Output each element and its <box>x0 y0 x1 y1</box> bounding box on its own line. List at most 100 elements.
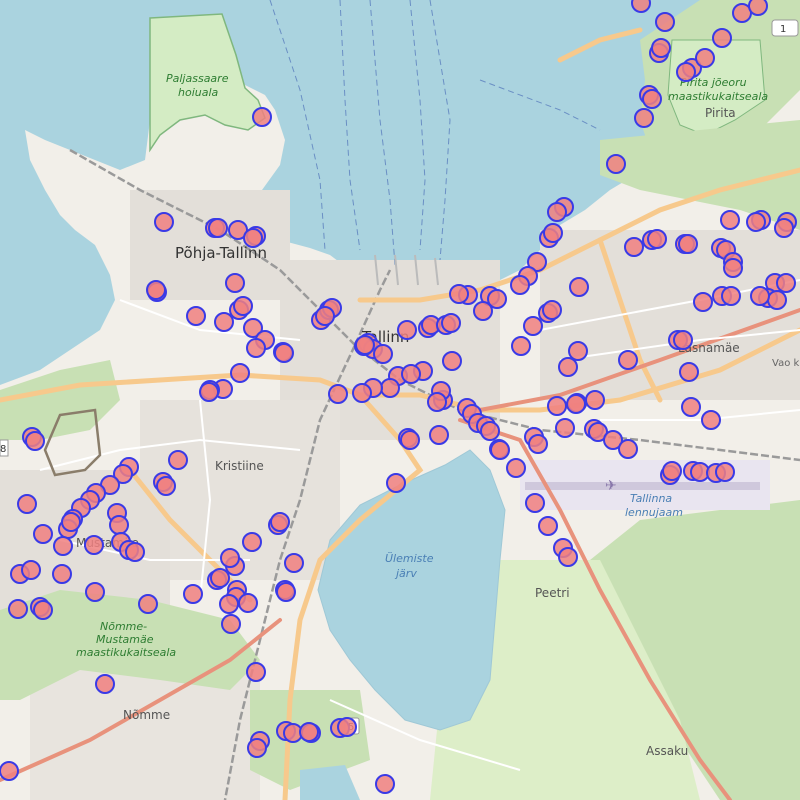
map-marker[interactable] <box>243 228 263 248</box>
map-marker[interactable] <box>125 542 145 562</box>
map-marker[interactable] <box>208 218 228 238</box>
map-marker[interactable] <box>375 774 395 794</box>
map-marker[interactable] <box>721 286 741 306</box>
map-marker[interactable] <box>247 738 267 758</box>
map-marker[interactable] <box>511 336 531 356</box>
map-marker[interactable] <box>85 582 105 602</box>
map-marker[interactable] <box>242 532 262 552</box>
map-marker[interactable] <box>662 461 682 481</box>
map-marker[interactable] <box>95 674 115 694</box>
map-marker[interactable] <box>538 516 558 536</box>
map-marker[interactable] <box>337 717 357 737</box>
map-marker[interactable] <box>355 335 375 355</box>
map-marker[interactable] <box>156 476 176 496</box>
map-marker[interactable] <box>547 396 567 416</box>
map-marker[interactable] <box>678 234 698 254</box>
map-marker[interactable] <box>712 28 732 48</box>
map-marker[interactable] <box>230 363 250 383</box>
map-marker[interactable] <box>720 210 740 230</box>
map-view[interactable]: Põhja-Tallinn Tallinn Kristiine Mustamäe… <box>0 0 800 800</box>
map-marker[interactable] <box>210 568 230 588</box>
map-marker[interactable] <box>490 440 510 460</box>
map-marker[interactable] <box>525 493 545 513</box>
map-marker[interactable] <box>480 421 500 441</box>
map-marker[interactable] <box>679 362 699 382</box>
map-marker[interactable] <box>252 107 272 127</box>
map-marker[interactable] <box>315 306 335 326</box>
map-marker[interactable] <box>568 341 588 361</box>
map-marker[interactable] <box>33 524 53 544</box>
map-marker[interactable] <box>429 425 449 445</box>
map-marker[interactable] <box>233 296 253 316</box>
map-marker[interactable] <box>606 154 626 174</box>
map-marker[interactable] <box>238 593 258 613</box>
map-marker[interactable] <box>701 410 721 430</box>
map-marker[interactable] <box>276 582 296 602</box>
map-marker[interactable] <box>25 431 45 451</box>
map-marker[interactable] <box>199 382 219 402</box>
map-marker[interactable] <box>52 564 72 584</box>
map-marker[interactable] <box>146 280 166 300</box>
map-marker[interactable] <box>624 237 644 257</box>
map-marker[interactable] <box>449 284 469 304</box>
map-marker[interactable] <box>373 344 393 364</box>
map-marker[interactable] <box>618 439 638 459</box>
map-marker[interactable] <box>569 277 589 297</box>
map-marker[interactable] <box>284 553 304 573</box>
map-marker[interactable] <box>183 584 203 604</box>
map-marker[interactable] <box>219 594 239 614</box>
map-marker[interactable] <box>715 462 735 482</box>
map-marker[interactable] <box>225 273 245 293</box>
map-marker[interactable] <box>138 594 158 614</box>
map-marker[interactable] <box>473 301 493 321</box>
map-marker[interactable] <box>651 38 671 58</box>
map-marker[interactable] <box>774 218 794 238</box>
map-marker[interactable] <box>673 330 693 350</box>
map-marker[interactable] <box>246 338 266 358</box>
map-marker[interactable] <box>186 306 206 326</box>
map-marker[interactable] <box>401 364 421 384</box>
map-marker[interactable] <box>750 286 770 306</box>
map-marker[interactable] <box>631 0 651 13</box>
map-marker[interactable] <box>441 313 461 333</box>
map-marker[interactable] <box>53 536 73 556</box>
map-marker[interactable] <box>386 473 406 493</box>
map-marker[interactable] <box>510 275 530 295</box>
map-marker[interactable] <box>746 212 766 232</box>
map-marker[interactable] <box>220 548 240 568</box>
map-marker[interactable] <box>270 512 290 532</box>
map-marker[interactable] <box>523 316 543 336</box>
map-marker[interactable] <box>274 343 294 363</box>
map-marker[interactable] <box>33 600 53 620</box>
map-marker[interactable] <box>767 290 787 310</box>
map-marker[interactable] <box>21 560 41 580</box>
map-marker[interactable] <box>506 458 526 478</box>
map-marker[interactable] <box>566 394 586 414</box>
map-marker[interactable] <box>299 722 319 742</box>
map-marker[interactable] <box>681 397 701 417</box>
map-marker[interactable] <box>558 547 578 567</box>
map-marker[interactable] <box>397 320 417 340</box>
map-marker[interactable] <box>214 312 234 332</box>
map-marker[interactable] <box>109 515 129 535</box>
map-marker[interactable] <box>543 223 563 243</box>
map-marker[interactable] <box>380 378 400 398</box>
map-marker[interactable] <box>723 258 743 278</box>
map-marker[interactable] <box>528 434 548 454</box>
map-marker[interactable] <box>328 384 348 404</box>
map-marker[interactable] <box>442 351 462 371</box>
map-marker[interactable] <box>647 229 667 249</box>
map-marker[interactable] <box>558 357 578 377</box>
map-marker[interactable] <box>246 662 266 682</box>
map-marker[interactable] <box>655 12 675 32</box>
map-marker[interactable] <box>618 350 638 370</box>
map-marker[interactable] <box>693 292 713 312</box>
map-marker[interactable] <box>168 450 188 470</box>
map-marker[interactable] <box>0 761 19 781</box>
map-marker[interactable] <box>8 599 28 619</box>
map-marker[interactable] <box>585 390 605 410</box>
map-marker[interactable] <box>221 614 241 634</box>
map-marker[interactable] <box>676 62 696 82</box>
map-marker[interactable] <box>695 48 715 68</box>
map-marker[interactable] <box>400 430 420 450</box>
